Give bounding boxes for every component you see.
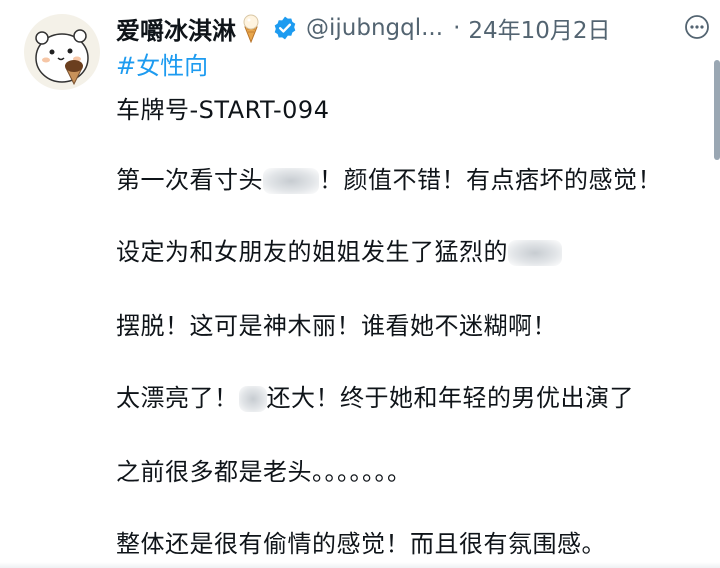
verified-badge-icon [272, 15, 298, 41]
tweet-header: 爱嚼冰淇淋 @ijubngql... · 24年10月2日 [116, 8, 680, 48]
ice-cream-emoji-icon [240, 13, 262, 44]
tweet-text: 之前很多都是老头。。。。。。。 [116, 458, 412, 486]
tweet-line: 太漂亮了！ 还大！终于她和年轻的男优出演了 [116, 378, 634, 413]
scrollbar[interactable] [714, 60, 720, 160]
avatar[interactable] [24, 14, 100, 90]
tweet-text: 车牌号-START-094 [116, 96, 330, 124]
tweet-text: 还大！终于她和年轻的男优出演了 [266, 384, 634, 412]
hashtag-link[interactable]: #女性向 [116, 46, 208, 81]
author-handle[interactable]: @ijubngql... [306, 15, 443, 41]
tweet-text: ！颜值不错！有点痞坏的感觉！ [319, 166, 662, 194]
more-options-icon[interactable] [682, 12, 712, 42]
tweet-text: 摆脱！这可是神木丽！谁看她不迷糊啊！ [116, 312, 557, 340]
tweet-line: 摆脱！这可是神木丽！谁看她不迷糊啊！ [116, 306, 557, 341]
author-name[interactable]: 爱嚼冰淇淋 [116, 11, 236, 46]
tweet-text: 太漂亮了！ [116, 384, 239, 412]
tweet-line: 车牌号-START-094 [116, 90, 329, 125]
bottom-divider [0, 562, 720, 568]
tweet-date[interactable]: 24年10月2日 [468, 11, 610, 45]
blurred-text [508, 240, 562, 266]
tweet-line: 设定为和女朋友的姐姐发生了猛烈的 [116, 232, 562, 267]
blurred-text [238, 386, 267, 412]
tweet-line: 整体还是很有偷情的感觉！而且很有氛围感。 [116, 524, 606, 559]
avatar-bear-image [35, 29, 89, 86]
tweet-text: 整体还是很有偷情的感觉！而且很有氛围感。 [116, 530, 606, 558]
tweet-text: 设定为和女朋友的姐姐发生了猛烈的 [116, 238, 508, 266]
tweet-text: 第一次看寸头 [116, 166, 263, 194]
tweet-line: 第一次看寸头 ！颜值不错！有点痞坏的感觉！ [116, 160, 662, 195]
tweet-line: 之前很多都是老头。。。。。。。 [116, 452, 412, 487]
separator-dot: · [453, 15, 461, 41]
blurred-text [263, 168, 319, 194]
